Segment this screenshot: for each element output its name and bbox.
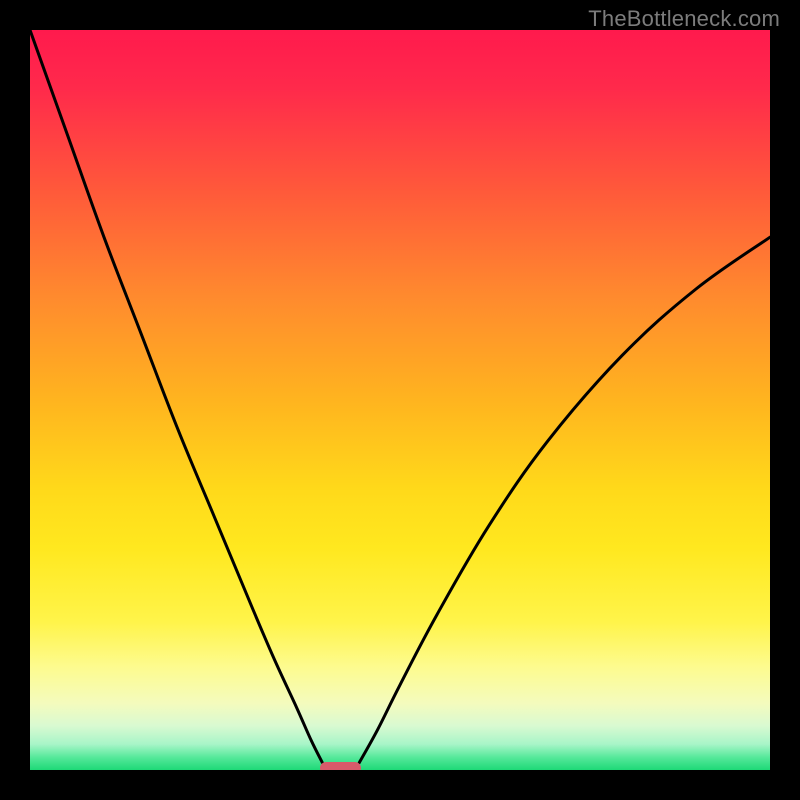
curve-right-branch [359,237,770,762]
watermark-text: TheBottleneck.com [588,6,780,32]
chart-frame: TheBottleneck.com [0,0,800,800]
curve-layer [30,30,770,770]
bottleneck-marker [320,762,361,770]
curve-left-branch [30,30,322,763]
plot-area [30,30,770,770]
